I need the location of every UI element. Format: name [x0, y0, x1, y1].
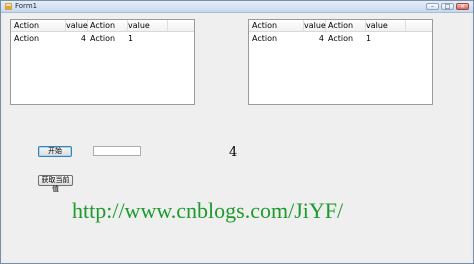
cell-value: 1: [128, 34, 134, 43]
cell-value: 1: [366, 34, 372, 43]
cell-action: Action: [90, 34, 116, 43]
column-header-action[interactable]: Action: [252, 20, 304, 31]
form-client-area: Action value Action value Action 4 Actio…: [3, 13, 471, 261]
window-title: Form1: [15, 2, 38, 10]
column-header-value[interactable]: value: [304, 20, 326, 31]
close-button[interactable]: ×: [456, 3, 469, 10]
listview-header: Action value Action value: [11, 20, 194, 32]
cell-action: Action: [252, 34, 278, 43]
main-window: Form1 – □ × Action value Action value Ac…: [0, 0, 474, 264]
list-item[interactable]: Action 4 Action 1: [249, 33, 432, 44]
column-header-action[interactable]: Action: [90, 20, 128, 31]
cell-value: 4: [80, 34, 86, 43]
listview-header: Action value Action value: [249, 20, 432, 32]
get-current-value-button[interactable]: 获取当前值: [38, 175, 73, 193]
column-header-value[interactable]: value: [66, 20, 88, 31]
app-icon: [5, 3, 12, 10]
start-button[interactable]: 开始: [38, 146, 72, 157]
watermark-url: http://www.cnblogs.com/JiYF/: [72, 198, 344, 223]
value-textbox[interactable]: [93, 146, 141, 156]
number-display: 4: [229, 145, 238, 160]
cell-action: Action: [14, 34, 40, 43]
minimize-button[interactable]: –: [426, 3, 439, 10]
column-header-value[interactable]: value: [128, 20, 168, 31]
list-item[interactable]: Action 4 Action 1: [11, 33, 194, 44]
listview-left[interactable]: Action value Action value Action 4 Actio…: [10, 19, 195, 105]
title-bar[interactable]: Form1 – □ ×: [1, 1, 473, 13]
column-header-value[interactable]: value: [366, 20, 406, 31]
listview-right[interactable]: Action value Action value Action 4 Actio…: [248, 19, 433, 105]
maximize-button[interactable]: □: [441, 3, 454, 10]
column-header-action[interactable]: Action: [328, 20, 366, 31]
cell-value: 4: [318, 34, 324, 43]
cell-action: Action: [328, 34, 354, 43]
column-header-action[interactable]: Action: [14, 20, 66, 31]
